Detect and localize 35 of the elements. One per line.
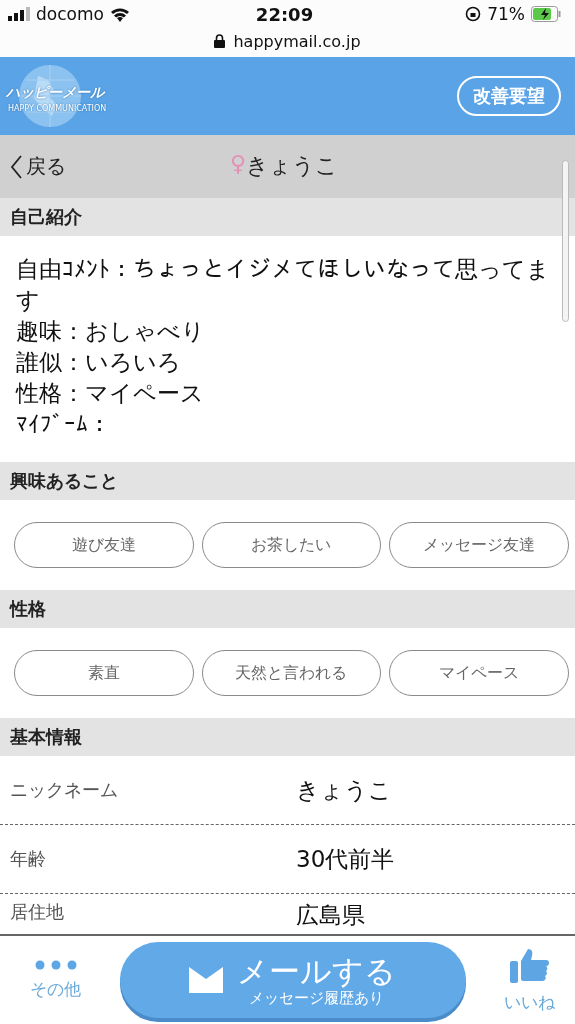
profile-text: ﾏｲﾌﾞｰﾑ： [16,410,112,439]
info-label: ニックネーム [10,778,119,802]
section-heading: 自己紹介 [0,198,575,236]
signal-icon [8,7,30,21]
clock-time: 22:09 [255,3,314,25]
rotation-lock-icon [465,6,482,22]
section-heading: 性格 [0,590,575,628]
battery-icon [531,6,561,22]
like-button[interactable]: いいね [504,946,555,1014]
dots-icon [34,959,77,970]
profile-text: 性格：マイペース [16,379,205,408]
url-text[interactable]: happymail.co.jp [233,31,361,51]
section-heading: 興味あること [0,462,575,500]
thumbs-up-icon [509,946,550,983]
chevron-left-icon [10,154,22,179]
battery-percent: 71% [487,4,525,24]
more-button[interactable]: その他 [30,959,81,1001]
info-label: 居住地 [10,900,65,924]
envelope-icon [189,967,223,993]
feedback-button[interactable]: 改善要望 [457,76,561,116]
profile-name: きょうこ [246,152,339,180]
back-link[interactable]: 戻る [0,153,66,180]
logo-text: ハッピーメール [6,84,104,102]
section-heading: 基本情報 [0,718,575,756]
lock-icon [214,34,226,48]
info-value: 30代前半 [296,844,395,874]
carrier-name: docomo [36,4,104,24]
female-symbol: ♀ [230,151,247,178]
profile-text: 誰似：いろいろ [16,348,182,377]
info-label: 年齢 [10,847,47,871]
profile-text: 趣味：おしゃべり [16,317,206,346]
profile-text: 自由ｺﾒﾝﾄ：ちょっとイジメてほしいなって思ってます [16,255,551,315]
wifi-icon [109,6,130,22]
info-value: きょうこ [296,775,392,805]
info-value: 広島県 [296,901,365,930]
